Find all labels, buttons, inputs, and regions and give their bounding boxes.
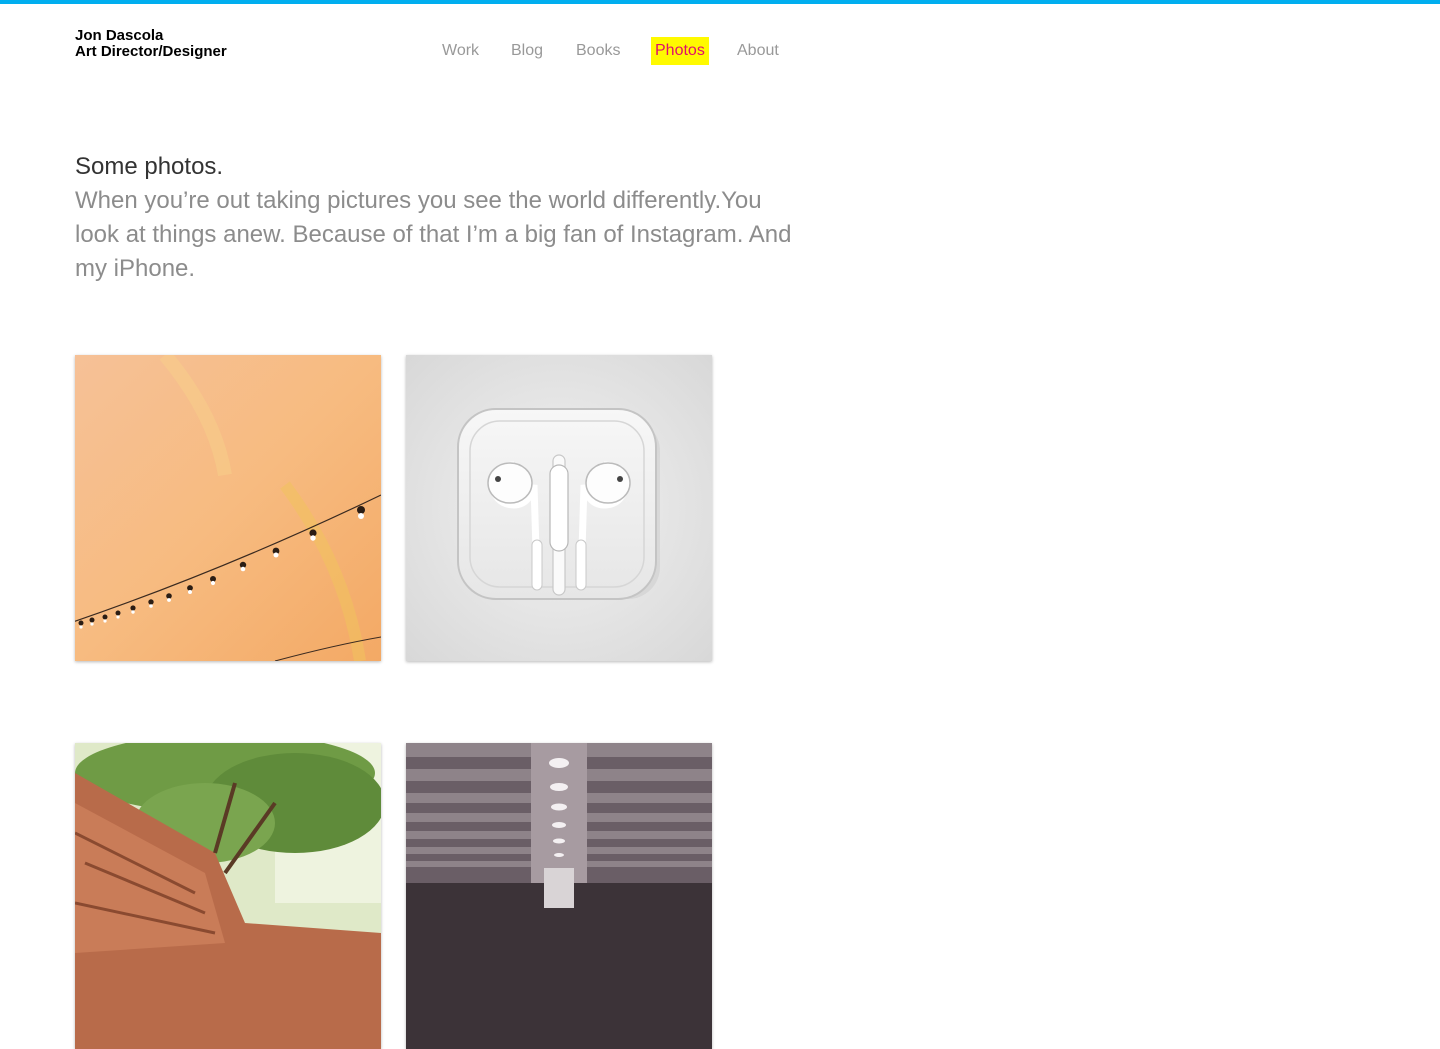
intro-heading: Some photos.	[75, 153, 224, 180]
photo-earpods[interactable]	[406, 355, 712, 661]
intro-text: Some photos. When you’re out taking pict…	[75, 150, 795, 286]
redwood-tree-image	[75, 743, 381, 1049]
nav-blog[interactable]: Blog	[511, 37, 543, 65]
nav-work[interactable]: Work	[442, 37, 479, 65]
photo-redwood[interactable]	[75, 743, 381, 1049]
site-role: Art Director/Designer	[75, 43, 227, 60]
nav-about[interactable]: About	[737, 37, 779, 65]
string-lights-rainbow-image	[75, 355, 381, 661]
nav-books[interactable]: Books	[576, 37, 620, 65]
earpods-case-image	[406, 355, 712, 661]
concrete-ceiling-image	[406, 743, 712, 1049]
nav-photos[interactable]: Photos	[651, 37, 709, 65]
intro-paragraph: When you’re out taking pictures you see …	[75, 187, 792, 282]
top-accent-bar	[0, 0, 1440, 4]
site-name: Jon Dascola	[75, 27, 164, 44]
photo-concrete-ceiling[interactable]	[406, 743, 712, 1049]
photo-string-lights[interactable]	[75, 355, 381, 661]
site-logo-link[interactable]: Jon Dascola Art Director/Designer	[75, 28, 227, 60]
